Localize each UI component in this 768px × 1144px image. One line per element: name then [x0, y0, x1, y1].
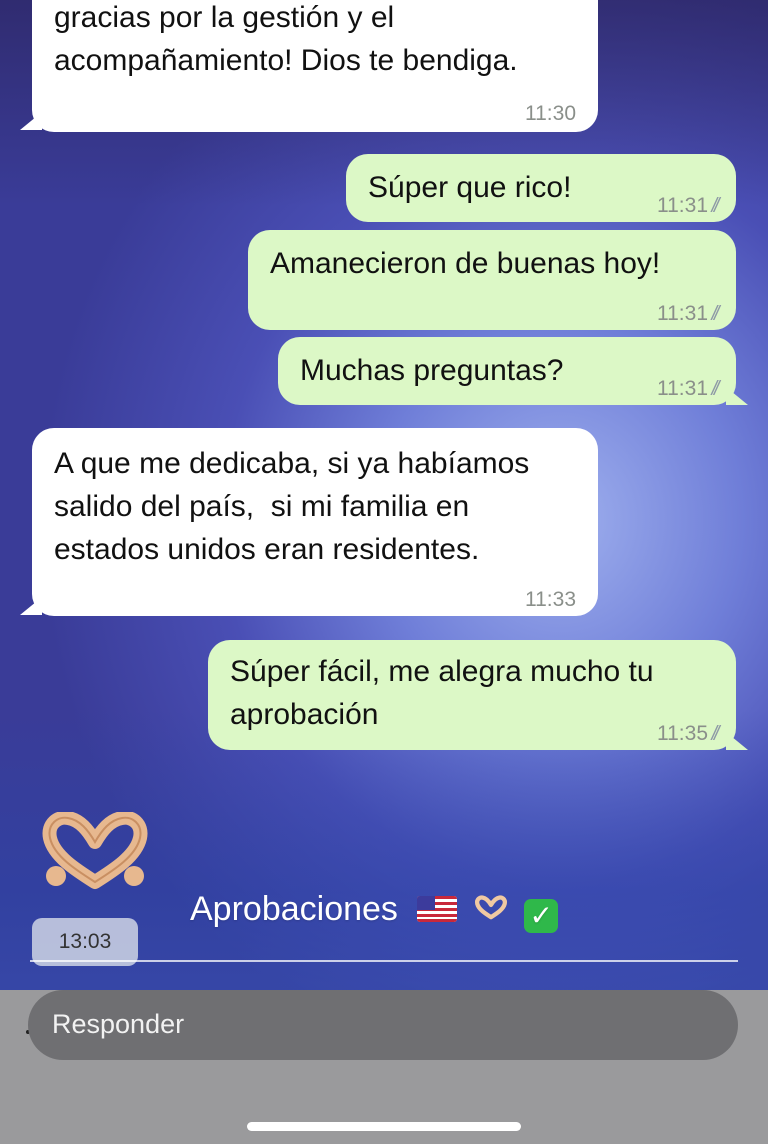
heart-hands-icon[interactable] — [36, 812, 154, 892]
caption-text: Aprobaciones — [190, 890, 398, 928]
message-incoming[interactable]: gracias por la gestión y el acompañamien… — [32, 0, 598, 132]
bubble-tail — [20, 112, 42, 130]
message-status: 11:31// — [657, 184, 722, 228]
message-text: Muchas preguntas? — [300, 354, 564, 387]
message-text: Amanecieron de buenas hoy! — [270, 247, 661, 280]
message-outgoing[interactable]: Súper que rico! 11:31// — [346, 154, 736, 222]
bubble-tail — [726, 732, 748, 750]
message-outgoing[interactable]: Amanecieron de buenas hoy! 11:31// — [248, 230, 736, 330]
divider — [30, 960, 738, 962]
message-time: 11:31 — [657, 194, 708, 217]
message-incoming[interactable]: A que me dedicaba, si ya habíamos salido… — [32, 428, 598, 616]
check-mark-icon: ✓ — [524, 899, 559, 933]
message-text: gracias por la gestión y el acompañamien… — [54, 1, 518, 77]
message-text: Súper fácil, me alegra mucho tu aprobaci… — [230, 655, 654, 731]
heart-hands-icon — [474, 895, 507, 920]
us-flag-icon — [417, 896, 458, 922]
bubble-tail — [20, 597, 42, 615]
reply-input[interactable]: Responder — [28, 990, 738, 1060]
message-time: 11:30 — [525, 102, 576, 125]
message-outgoing[interactable]: Súper fácil, me alegra mucho tu aprobaci… — [208, 640, 736, 750]
message-time: 11:31 — [657, 377, 708, 400]
message-text: Súper que rico! — [368, 171, 572, 204]
message-time: 11:31 — [657, 302, 708, 325]
message-status: 11:35// — [657, 712, 722, 756]
sticker-time: 13:03 — [32, 918, 138, 966]
message-status: 11:31// — [657, 367, 722, 411]
bubble-tail — [726, 387, 748, 405]
message-time: 11:33 — [525, 588, 576, 611]
message-outgoing[interactable]: Muchas preguntas? 11:31// — [278, 337, 736, 405]
home-indicator[interactable] — [247, 1122, 521, 1131]
story-caption: Aprobaciones ✓ — [190, 890, 559, 933]
message-time: 11:35 — [657, 722, 708, 745]
message-text: A que me dedicaba, si ya habíamos salido… — [54, 447, 530, 566]
message-status: 11:31// — [657, 292, 722, 336]
